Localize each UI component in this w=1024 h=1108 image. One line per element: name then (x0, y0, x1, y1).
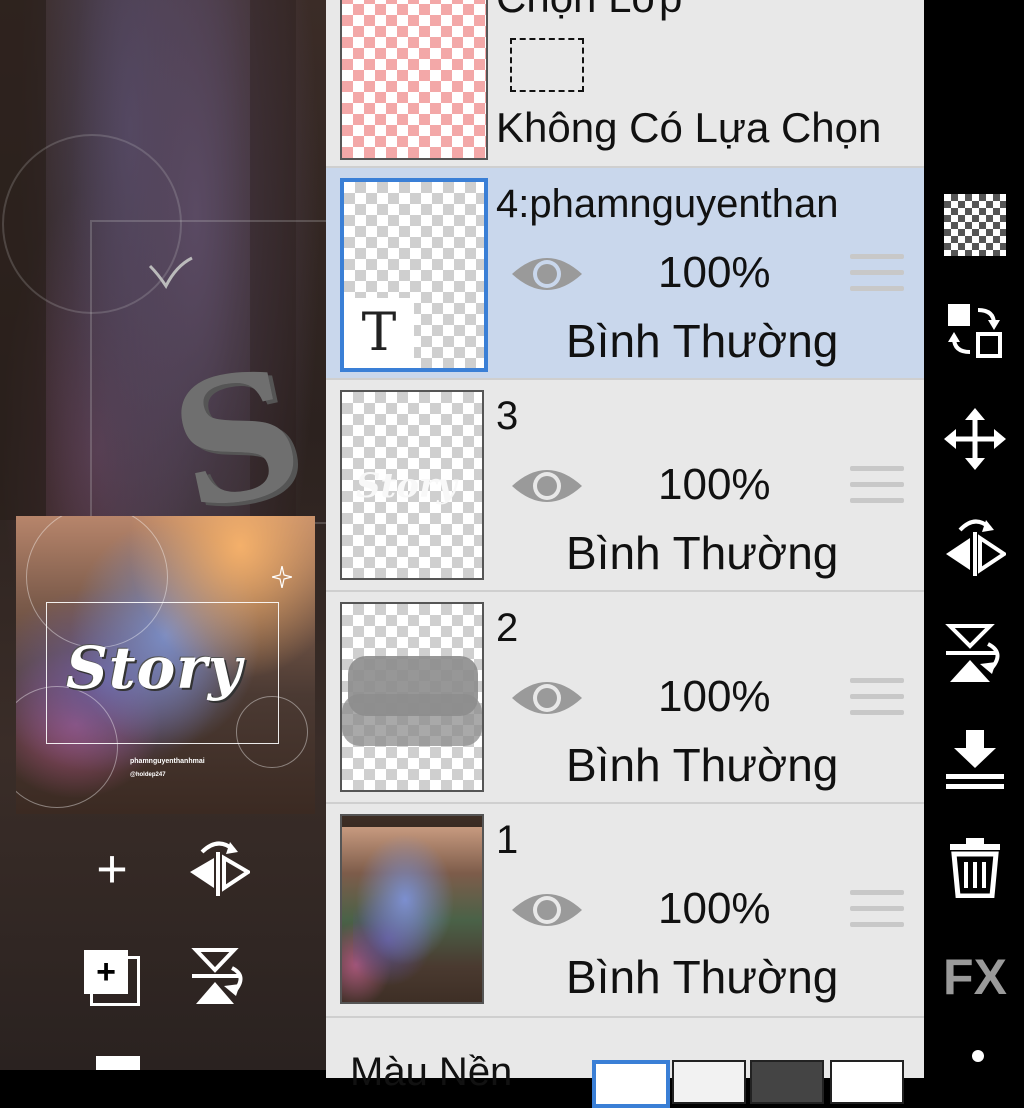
layer-blend-mode[interactable]: Bình Thường (566, 526, 838, 580)
layer-opacity[interactable]: 100% (658, 248, 771, 298)
layer-name: 3 (496, 394, 519, 438)
drag-handle-icon[interactable] (850, 254, 904, 300)
swap-layer-icon[interactable] (944, 300, 1006, 362)
preview-handle: @holdep247 (130, 772, 166, 778)
selection-thumbnail (340, 0, 488, 160)
visibility-eye-icon[interactable] (510, 886, 584, 934)
brush-stroke (342, 694, 482, 746)
flip-horizontal-icon[interactable] (944, 514, 1006, 576)
drag-handle-icon[interactable] (850, 466, 904, 512)
layer-blend-mode[interactable]: Bình Thường (566, 950, 838, 1004)
selection-layer-title: Chọn Lớp (496, 0, 682, 22)
sparkle-icon (272, 566, 292, 588)
layer-blend-mode[interactable]: Bình Thường (566, 738, 838, 792)
swatch-transparent[interactable] (672, 1060, 746, 1104)
text-layer-icon: T (344, 298, 414, 368)
flip-vertical-icon[interactable] (190, 946, 248, 1006)
swatch-none[interactable] (830, 1060, 904, 1104)
layer-name: 1 (496, 818, 519, 862)
layer-thumbnail (340, 602, 484, 792)
drag-handle-icon[interactable] (850, 678, 904, 724)
layer-thumbnail (340, 814, 484, 1004)
swatch-white[interactable] (592, 1060, 670, 1108)
trash-icon[interactable] (944, 836, 1006, 898)
checker-icon[interactable] (944, 194, 1006, 256)
background-color-row: Màu Nền (326, 1018, 924, 1108)
more-menu-icon[interactable] (972, 1050, 984, 1062)
layer-thumbnail: T (340, 178, 488, 372)
preview-title: Story (66, 634, 243, 702)
right-toolbar: FX (924, 0, 1024, 1070)
canvas-preview[interactable]: Story phamnguyenthanhmai @holdep247 (16, 516, 315, 814)
flip-horizontal-icon[interactable] (188, 838, 250, 896)
copy-layer-icon[interactable]: + (82, 948, 140, 1006)
visibility-eye-icon[interactable] (510, 674, 584, 722)
layer-thumbnail-graphic: Story (356, 466, 457, 506)
layer-row[interactable]: T 4:phamnguyenthan 100% Bình Thường (326, 168, 924, 380)
merge-down-icon[interactable] (944, 728, 1006, 790)
selection-marquee-icon (510, 38, 584, 92)
layer-panel: Chọn Lớp Không Có Lựa Chọn T 4:phamnguye… (326, 0, 924, 1108)
selection-layer-row[interactable]: Chọn Lớp Không Có Lựa Chọn (326, 0, 924, 168)
selection-status: Không Có Lựa Chọn (496, 104, 882, 151)
layer-opacity[interactable]: 100% (658, 460, 771, 510)
layer-row[interactable]: Story 3 100% Bình Thường (326, 380, 924, 592)
layer-row[interactable]: 2 100% Bình Thường (326, 592, 924, 804)
layer-opacity[interactable]: 100% (658, 884, 771, 934)
move-icon[interactable] (944, 408, 1006, 470)
add-layer-icon[interactable]: + (88, 842, 136, 896)
canvas-area[interactable]: S Story phamnguyenthanhmai @holdep247 + … (0, 0, 326, 1070)
flip-vertical-icon[interactable] (944, 622, 1006, 684)
layer-thumbnail: Story (340, 390, 484, 580)
visibility-eye-icon[interactable] (510, 462, 584, 510)
layer-name: 2 (496, 606, 519, 650)
background-color-label: Màu Nền (350, 1050, 513, 1094)
layer-name: 4:phamnguyenthan (496, 182, 839, 226)
layer-row[interactable]: 1 100% Bình Thường (326, 804, 924, 1018)
swatch-dark-checker[interactable] (750, 1060, 824, 1104)
drag-handle-icon[interactable] (850, 890, 904, 936)
sparkle-heart-icon (148, 256, 193, 289)
fx-button[interactable]: FX (943, 946, 1007, 1008)
delete-icon[interactable] (96, 1056, 140, 1070)
visibility-eye-icon[interactable] (510, 250, 584, 298)
layer-opacity[interactable]: 100% (658, 672, 771, 722)
preview-credit: phamnguyenthanhmai (130, 758, 205, 765)
layer-blend-mode[interactable]: Bình Thường (566, 314, 838, 368)
